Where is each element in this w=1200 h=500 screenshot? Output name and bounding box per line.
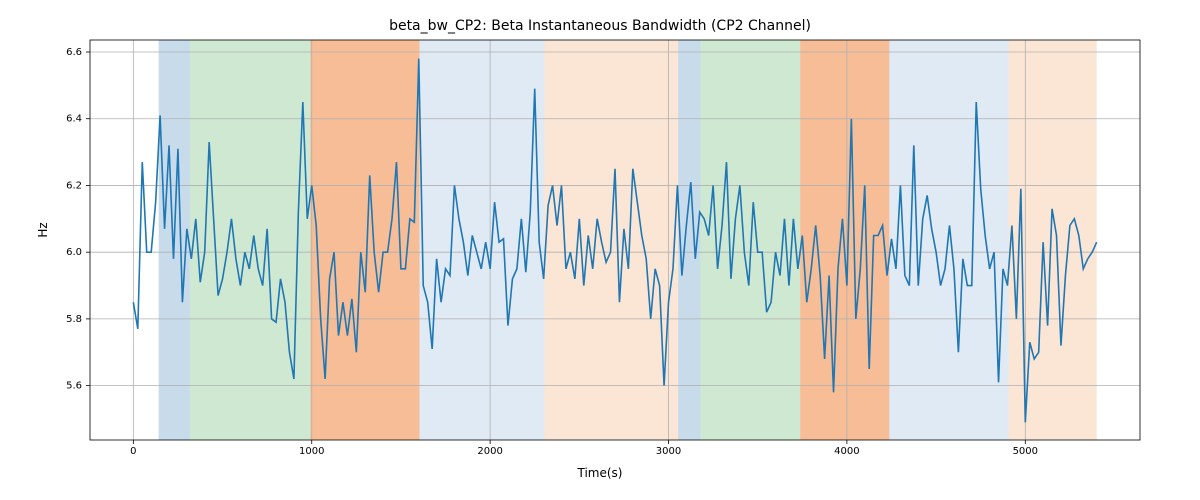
svg-text:5.6: 5.6 — [66, 381, 82, 392]
svg-text:4000: 4000 — [834, 446, 859, 457]
chart-title: beta_bw_CP2: Beta Instantaneous Bandwidt… — [0, 18, 1200, 34]
svg-text:3000: 3000 — [656, 446, 681, 457]
svg-text:6.2: 6.2 — [66, 180, 82, 191]
y-axis-label: Hz — [36, 0, 50, 480]
figure: beta_bw_CP2: Beta Instantaneous Bandwidt… — [0, 0, 1200, 500]
svg-text:5.8: 5.8 — [66, 314, 82, 325]
svg-text:2000: 2000 — [477, 446, 502, 457]
axes-area: 0100020003000400050005.65.86.06.26.46.6 — [90, 40, 1140, 440]
svg-text:0: 0 — [130, 446, 136, 457]
svg-text:1000: 1000 — [299, 446, 324, 457]
svg-text:6.0: 6.0 — [66, 247, 82, 258]
chart-svg: 0100020003000400050005.65.86.06.26.46.6 — [90, 40, 1140, 440]
svg-text:5000: 5000 — [1013, 446, 1038, 457]
svg-text:6.4: 6.4 — [66, 114, 82, 125]
svg-text:6.6: 6.6 — [66, 47, 82, 58]
x-axis-label: Time(s) — [0, 466, 1200, 480]
